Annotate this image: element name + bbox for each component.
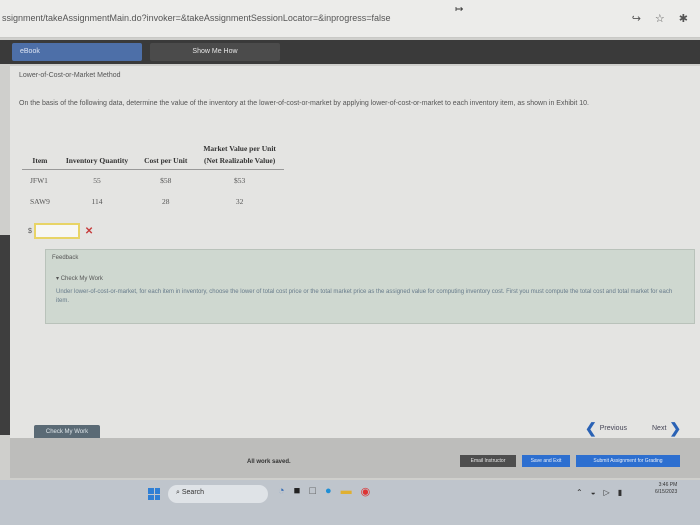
chrome-browser-icon[interactable]: ◉ (361, 485, 371, 498)
url-field[interactable]: ssignment/takeAssignmentMain.do?invoker=… (2, 13, 390, 23)
table-row: JFW1 55 $58 $53 (22, 170, 284, 192)
question-instructions: On the basis of the following data, dete… (19, 100, 589, 107)
check-my-work-title-text: Check My Work (60, 276, 103, 282)
feedback-text: Under lower-of-cost-or-market, for each … (56, 289, 673, 304)
taskbar-search-label: Search (181, 489, 205, 496)
volume-icon[interactable]: ▷ (604, 488, 610, 497)
clock-time: 3:46 PM (658, 482, 678, 488)
cell-cost: $58 (160, 176, 172, 185)
cell-quantity: 114 (91, 197, 103, 206)
assignment-footer: All work saved. Email Instructor Save an… (10, 438, 700, 478)
triangle-down-icon: ▾ (56, 276, 60, 282)
extensions-icon[interactable]: ✱ (679, 12, 688, 25)
assignment-top-nav: eBook Show Me How (0, 40, 700, 64)
header-market: Market Value per Unit (Net Realizable Va… (195, 141, 284, 170)
table-row: SAW9 114 28 32 (22, 191, 284, 212)
previous-label: Previous (599, 424, 627, 432)
show-me-how-button[interactable]: Show Me How (150, 43, 280, 61)
feedback-panel: Feedback ▾ Check My Work Under lower-of-… (45, 249, 695, 324)
search-icon: ⌕ (176, 489, 180, 496)
cell-item: SAW9 (30, 197, 50, 206)
ebook-button[interactable]: eBook (12, 43, 142, 61)
address-bar-icons: ↪ ☆ ✱ (632, 12, 688, 25)
cell-quantity: 55 (93, 176, 101, 185)
share-icon[interactable]: ↪ (632, 12, 641, 25)
inventory-value-input[interactable] (33, 223, 80, 239)
currency-symbol: $ (28, 227, 32, 235)
submit-assignment-button[interactable]: Submit Assignment for Grading (576, 455, 680, 467)
windows-start-icon[interactable] (148, 488, 160, 500)
question-title: Lower-of-Cost-or-Market Method (19, 72, 121, 79)
table-header-row: Item Inventory Quantity Cost per Unit Ma… (22, 141, 284, 170)
header-market-line2: (Net Realizable Value) (203, 156, 276, 165)
camera-app-icon[interactable]: ■ (294, 485, 301, 498)
system-tray: ⌃ ◒ ▷ ▮ (576, 488, 622, 497)
feedback-label: Feedback (52, 255, 79, 261)
chevron-right-icon: ❯ (669, 419, 682, 436)
app-icon[interactable]: ◔ (278, 485, 285, 498)
x-wrong-icon: ✕ (84, 225, 94, 237)
email-instructor-button[interactable]: Email Instructor (460, 455, 516, 467)
files-app-icon[interactable]: □ (309, 485, 316, 498)
header-market-line1: Market Value per Unit (203, 144, 276, 153)
taskbar-apps: ◔ ■ □ ● ▬ ◉ (278, 485, 370, 498)
chevron-left-icon: ❮ (585, 419, 597, 436)
cell-item: JFW1 (30, 176, 48, 185)
browser-address-bar: ssignment/takeAssignmentMain.do?invoker=… (0, 0, 700, 38)
inventory-table: Item Inventory Quantity Cost per Unit Ma… (22, 141, 284, 212)
cell-market: 32 (235, 197, 244, 206)
header-item: Item (22, 141, 58, 170)
file-explorer-icon[interactable]: ▬ (341, 485, 352, 498)
cell-market: $53 (233, 176, 246, 185)
wifi-icon[interactable]: ◒ (591, 488, 596, 497)
save-status: All work saved. (247, 459, 291, 465)
next-button[interactable]: Next ❯ (652, 419, 681, 437)
chevron-up-icon[interactable]: ⌃ (576, 488, 583, 497)
taskbar-clock[interactable]: 3:46 PM 6/15/2023 (655, 482, 677, 496)
mouse-cursor-icon: ↦ (455, 4, 464, 15)
windows-taskbar: ⌕ Search ◔ ■ □ ● ▬ ◉ ⌃ ◒ ▷ ▮ 3:46 PM 6/1… (0, 480, 700, 525)
previous-button[interactable]: ❮ Previous (585, 419, 627, 437)
edge-browser-icon[interactable]: ● (325, 485, 332, 498)
header-quantity: Inventory Quantity (57, 141, 137, 170)
battery-icon[interactable]: ▮ (618, 488, 622, 497)
cell-cost: 28 (161, 197, 170, 206)
header-cost: Cost per Unit (136, 141, 196, 170)
question-content: Lower-of-Cost-or-Market Method On the ba… (10, 66, 700, 441)
clock-date: 6/15/2023 (655, 489, 678, 495)
next-label: Next (652, 424, 667, 432)
taskbar-search[interactable]: ⌕ Search (168, 485, 268, 503)
answer-row: $ ✕ (28, 223, 93, 239)
check-my-work-title: ▾ Check My Work (56, 275, 103, 282)
left-edge-panel (0, 235, 10, 435)
save-and-exit-button[interactable]: Save and Exit (522, 455, 570, 467)
star-icon[interactable]: ☆ (655, 12, 665, 25)
